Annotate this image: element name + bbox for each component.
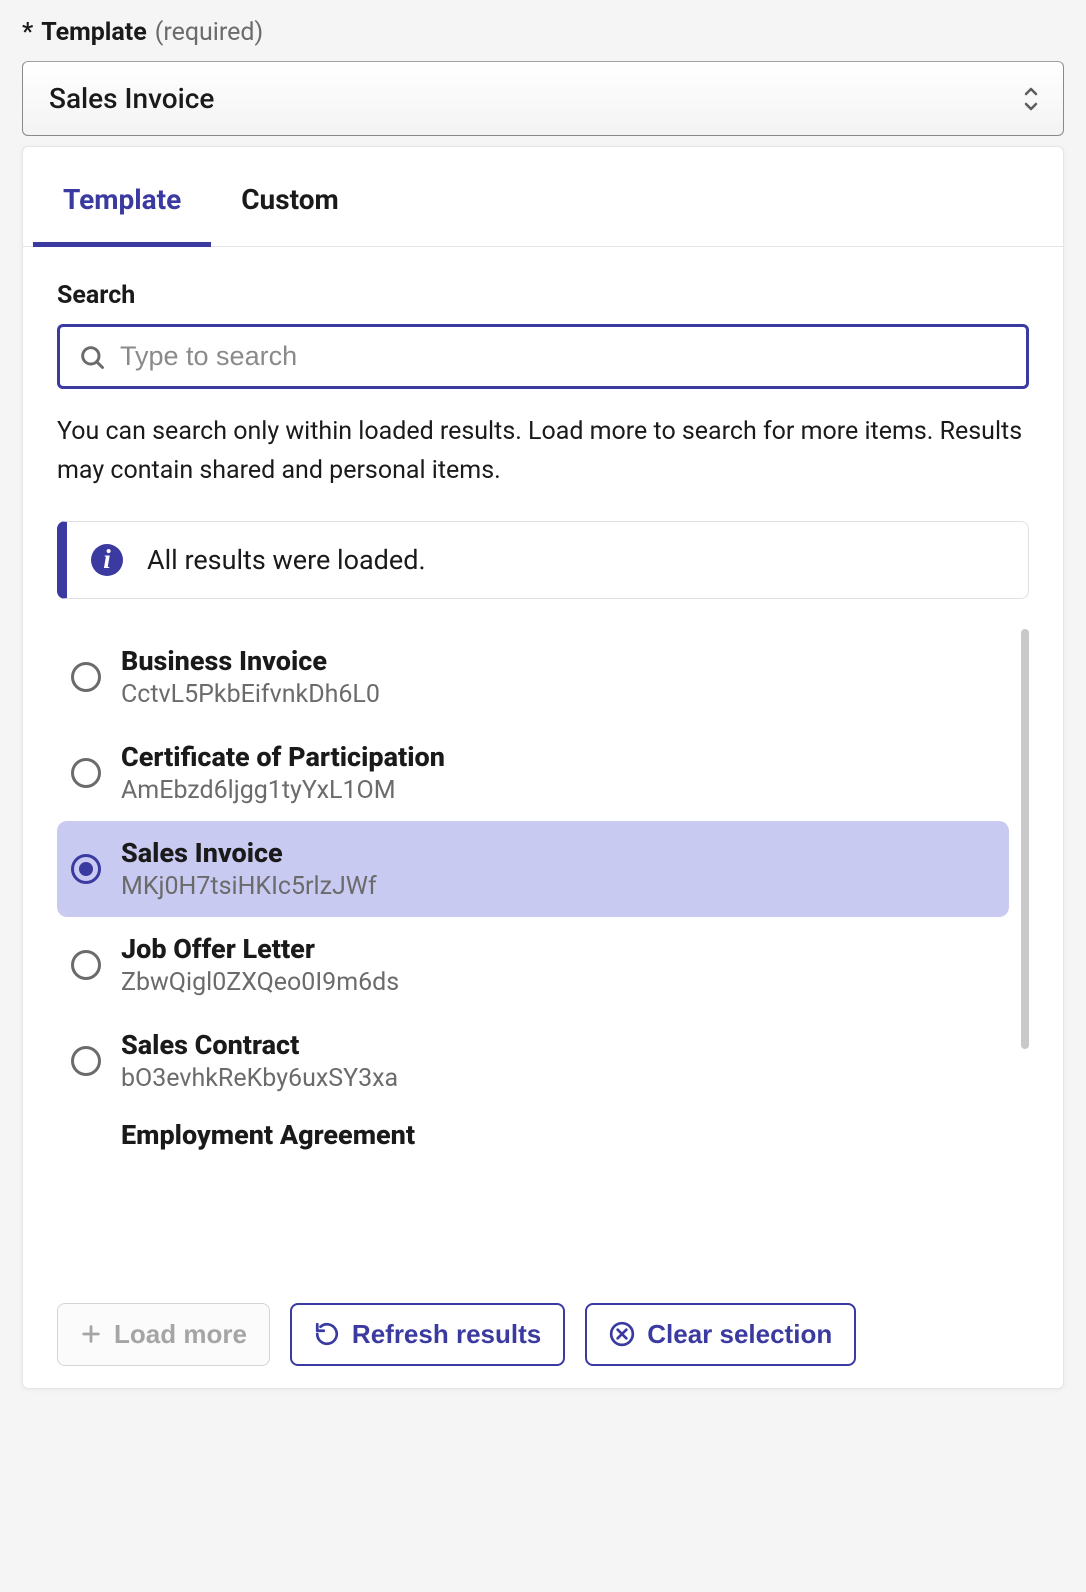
result-row[interactable]: Business Invoice CctvL5PkbEifvnkDh6L0 <box>57 629 1009 725</box>
result-title: Certificate of Participation <box>121 741 445 773</box>
radio-icon <box>71 950 101 980</box>
result-row-peek: Employment Agreement <box>57 1109 1009 1151</box>
search-label: Search <box>57 281 1029 310</box>
result-row[interactable]: Sales Contract bO3evhkReKby6uxSY3xa <box>57 1013 1009 1109</box>
plus-icon <box>80 1323 102 1345</box>
result-subtitle: AmEbzd6ljgg1tyYxL1OM <box>121 776 445 805</box>
result-title: Job Offer Letter <box>121 933 399 965</box>
result-title: Business Invoice <box>121 645 380 677</box>
radio-icon <box>71 758 101 788</box>
radio-icon <box>71 662 101 692</box>
result-title: Sales Invoice <box>121 837 377 869</box>
results-scroll: Business Invoice CctvL5PkbEifvnkDh6L0 Ce… <box>57 629 1029 1279</box>
field-label: * Template (required) <box>22 18 1064 47</box>
info-icon: i <box>91 544 123 576</box>
result-subtitle: bO3evhkReKby6uxSY3xa <box>121 1064 398 1093</box>
result-title: Employment Agreement <box>121 1119 995 1151</box>
clear-selection-button[interactable]: Clear selection <box>585 1303 856 1366</box>
search-input[interactable] <box>120 341 1008 372</box>
refresh-button[interactable]: Refresh results <box>290 1303 565 1366</box>
radio-icon <box>71 854 101 884</box>
tab-custom[interactable]: Custom <box>211 147 369 246</box>
scrollbar-thumb[interactable] <box>1021 629 1029 1049</box>
radio-icon <box>71 1046 101 1076</box>
info-banner-text: All results were loaded. <box>147 544 426 576</box>
result-row[interactable]: Certificate of Participation AmEbzd6ljgg… <box>57 725 1009 821</box>
chevron-updown-icon <box>1021 85 1041 113</box>
search-field-wrap[interactable] <box>57 324 1029 389</box>
required-text: (required) <box>155 18 263 47</box>
dropdown-panel: Template Custom Search You can search on… <box>22 146 1064 1389</box>
tabs: Template Custom <box>23 147 1063 247</box>
template-select[interactable]: Sales Invoice <box>22 61 1064 136</box>
result-title: Sales Contract <box>121 1029 398 1061</box>
result-subtitle: MKj0H7tsiHKIc5rlzJWf <box>121 872 377 901</box>
result-row[interactable]: Sales Invoice MKj0H7tsiHKIc5rlzJWf <box>57 821 1009 917</box>
footer-actions: Load more Refresh results Clear selectio… <box>23 1303 1063 1388</box>
search-icon <box>78 343 106 371</box>
clear-icon <box>609 1321 635 1347</box>
load-more-button: Load more <box>57 1303 270 1366</box>
search-help-text: You can search only within loaded result… <box>57 413 1029 491</box>
result-row[interactable]: Job Offer Letter ZbwQigl0ZXQeo0I9m6ds <box>57 917 1009 1013</box>
result-subtitle: CctvL5PkbEifvnkDh6L0 <box>121 680 380 709</box>
info-banner: i All results were loaded. <box>57 521 1029 599</box>
field-label-text: Template <box>41 18 147 47</box>
select-value: Sales Invoice <box>49 82 214 115</box>
result-subtitle: ZbwQigl0ZXQeo0I9m6ds <box>121 968 399 997</box>
refresh-icon <box>314 1321 340 1347</box>
tab-template[interactable]: Template <box>33 147 211 246</box>
required-asterisk: * <box>22 18 33 47</box>
